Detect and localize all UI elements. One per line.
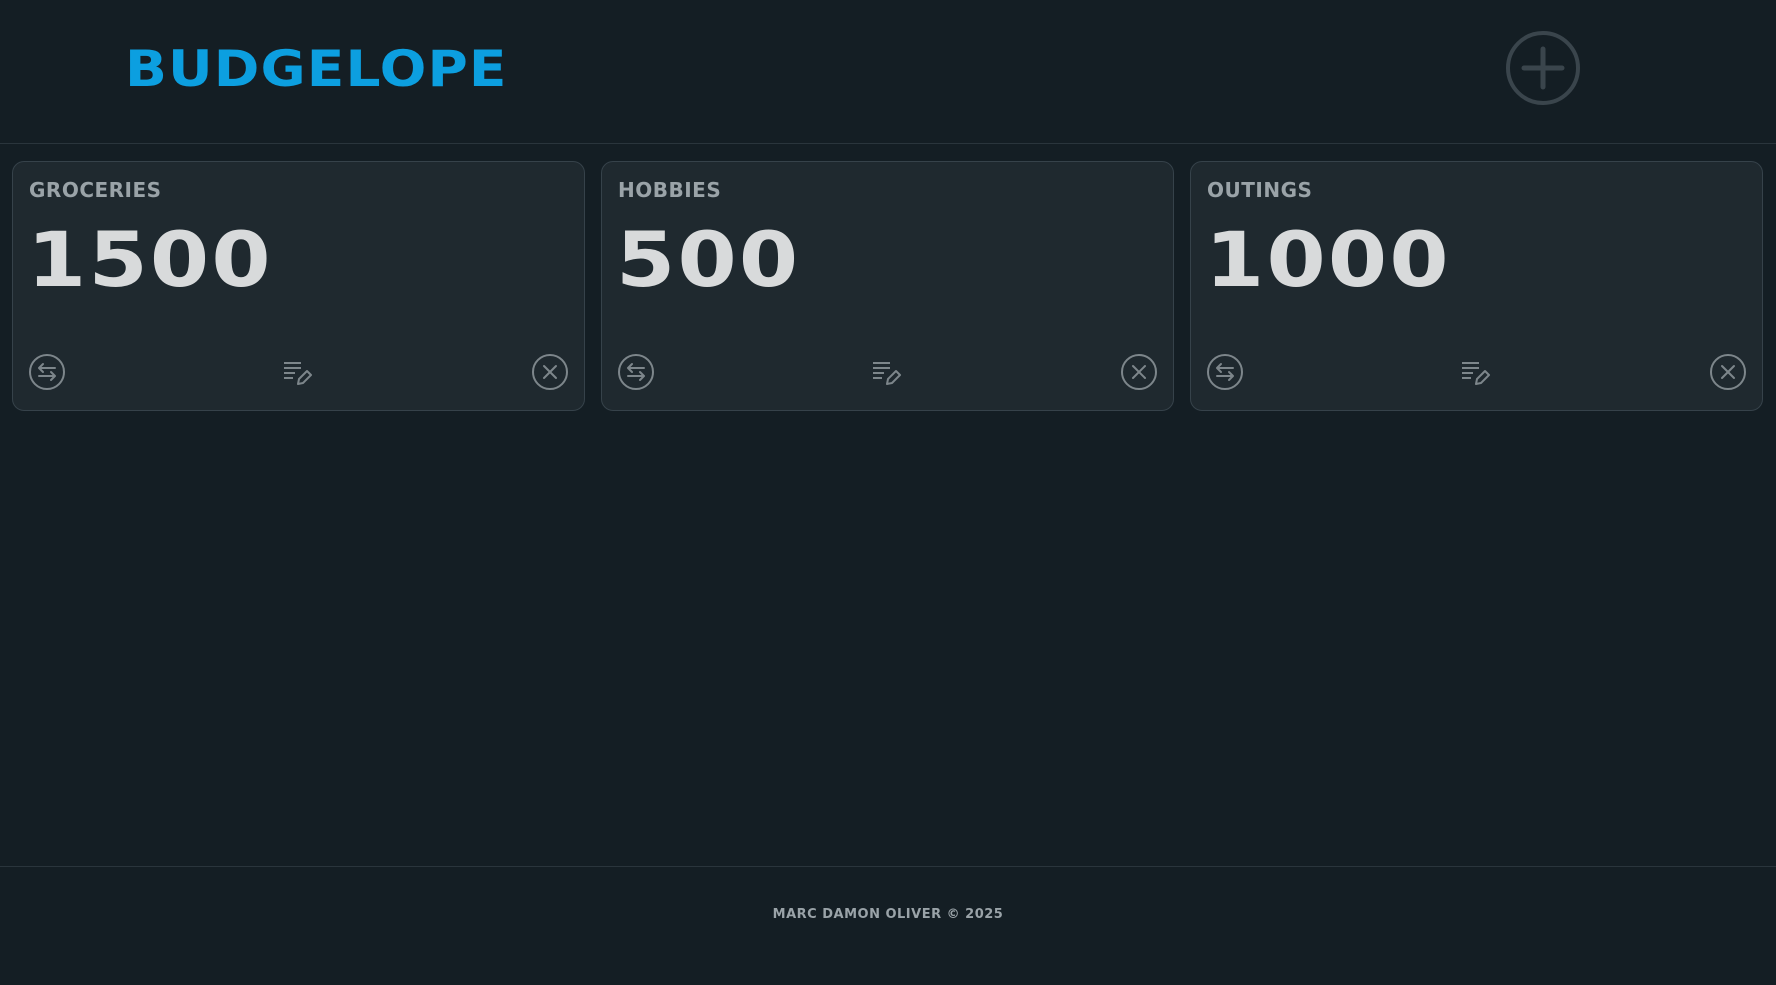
edit-button[interactable] [870,357,902,389]
delete-button[interactable] [1709,353,1747,391]
edit-notes-icon [1462,362,1490,385]
transfer-arrows-icon [1207,354,1243,390]
close-circle-icon [532,354,568,390]
edit-button[interactable] [281,357,313,389]
plus-circle-icon [1506,31,1580,105]
delete-button[interactable] [1120,353,1158,391]
budget-amount: 1000 [1205,215,1451,304]
budget-name: HOBBIES [618,178,722,202]
header: BUDGELOPE [0,0,1776,144]
budget-card: OUTINGS 1000 [1190,161,1763,411]
budget-amount: 1500 [27,215,273,304]
edit-button[interactable] [1459,357,1491,389]
footer: MARC DAMON OLIVER © 2025 [0,866,1776,985]
app-logo: BUDGELOPE [125,40,508,98]
budget-card: HOBBIES 500 [601,161,1174,411]
transfer-arrows-icon [618,354,654,390]
transfer-button[interactable] [1206,353,1244,391]
transfer-arrows-icon [29,354,65,390]
close-circle-icon [1710,354,1746,390]
footer-copyright: MARC DAMON OLIVER © 2025 [772,907,1004,922]
transfer-button[interactable] [617,353,655,391]
budget-card: GROCERIES 1500 [12,161,585,411]
budget-name: GROCERIES [29,178,162,202]
edit-notes-icon [873,362,901,385]
close-circle-icon [1121,354,1157,390]
budget-amount: 500 [616,215,801,304]
add-budget-button[interactable] [1505,30,1581,106]
transfer-button[interactable] [28,353,66,391]
delete-button[interactable] [531,353,569,391]
edit-notes-icon [284,362,312,385]
app-root: BUDGELOPE GROCERIES 1500 HOBBIES 500 OUT… [0,0,1776,985]
budget-name: OUTINGS [1207,178,1313,202]
